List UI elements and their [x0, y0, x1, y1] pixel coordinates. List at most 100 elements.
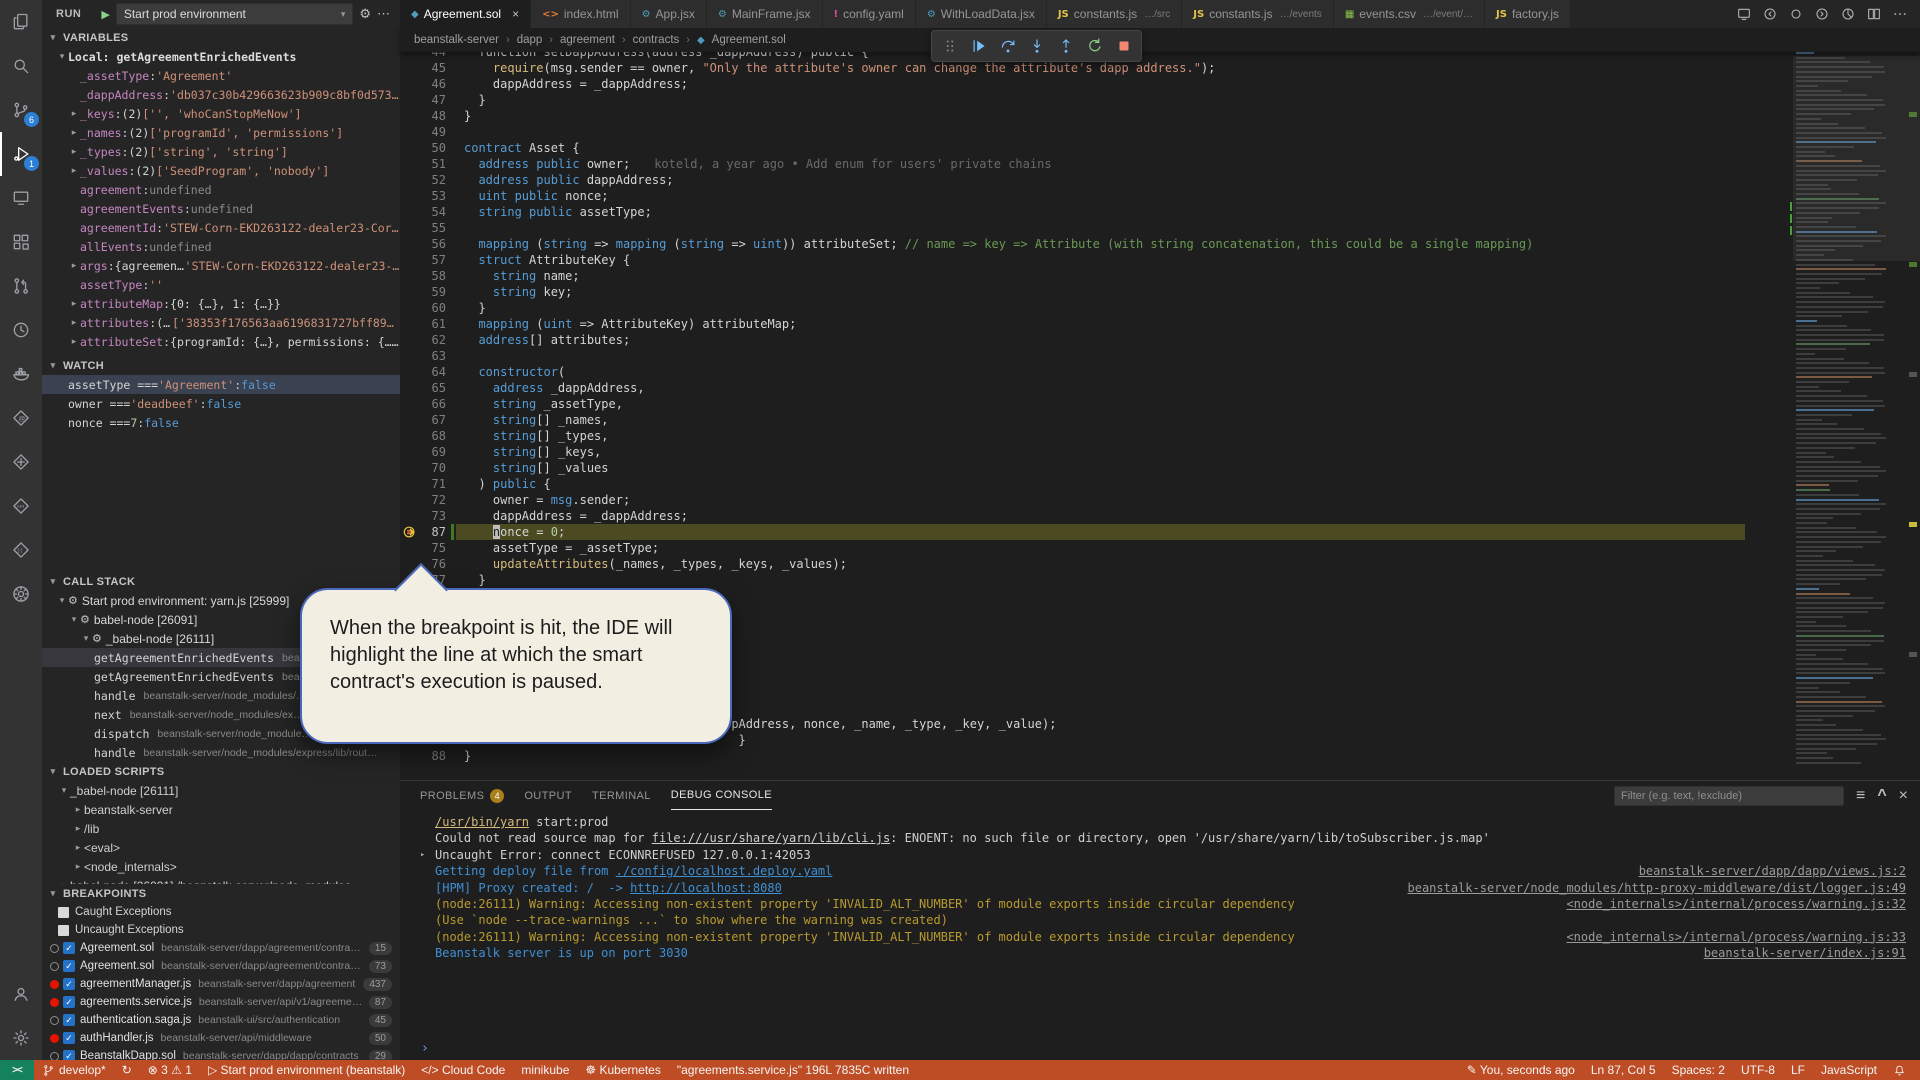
code-line[interactable]: 47 } — [400, 92, 1920, 108]
tab-events-csv[interactable]: ▦ events.csv …/event/… — [1333, 0, 1485, 28]
checkbox-checked[interactable]: ✓ — [63, 1032, 75, 1044]
search-button[interactable] — [0, 44, 42, 88]
source-control-button[interactable]: 6 — [0, 88, 42, 132]
variable-row[interactable]: ▸ _keys: (2) ['', 'whoCanStopMeNow'] — [42, 104, 400, 123]
cloud-api-button[interactable]: API — [0, 484, 42, 528]
tab-app-jsx[interactable]: ⚙ App.jsx — [630, 0, 707, 28]
profile-icon[interactable] — [1840, 6, 1856, 22]
variable-row[interactable]: ▸attributes: (2) ['38353f176563aa6196831… — [42, 313, 400, 332]
code-line[interactable]: 64 constructor( — [400, 364, 1920, 380]
variable-row[interactable]: assetType: '' — [42, 275, 400, 294]
checkbox-unchecked[interactable] — [58, 924, 69, 936]
code-line[interactable]: 56 mapping (string => mapping (string =>… — [400, 236, 1920, 252]
source-location-link[interactable]: beanstalk-server/index.js:91 — [1704, 945, 1910, 961]
breakpoint-item[interactable]: ✓ authHandler.js beanstalk-server/api/midd… — [42, 1029, 400, 1047]
code-line[interactable]: 69 string[] _keys, — [400, 444, 1920, 460]
code-line[interactable]: 45 require(msg.sender == owner, "Only th… — [400, 60, 1920, 76]
checkbox-checked[interactable]: ✓ — [63, 1050, 75, 1060]
code-line[interactable]: 71 ) public { — [400, 476, 1920, 492]
screencast-icon[interactable] — [1736, 6, 1752, 22]
checkbox-checked[interactable]: ✓ — [63, 960, 75, 972]
tab-index-html[interactable]: <> index.html — [531, 0, 631, 28]
status-language[interactable]: JavaScript — [1813, 1060, 1885, 1080]
variable-row[interactable]: ▸ attributeSet: {programId: {…}, permissi… — [42, 332, 400, 351]
code-line[interactable]: 72 owner = msg.sender; — [400, 492, 1920, 508]
breadcrumb-file[interactable]: Agreement.sol — [712, 34, 786, 46]
github-pull-requests-button[interactable] — [0, 264, 42, 308]
configure-gear-icon[interactable]: ⚙ — [359, 6, 371, 22]
account-button[interactable] — [0, 972, 42, 1016]
maximize-panel-icon[interactable]: ^ — [1877, 787, 1886, 805]
code-line[interactable]: 51 address public owner; koteld, a year a… — [400, 156, 1920, 172]
explorer-button[interactable] — [0, 0, 42, 44]
panel-tab-problems[interactable]: PROBLEMS 4 — [420, 781, 505, 810]
more-actions-icon[interactable]: ⋯ — [377, 6, 390, 22]
status-cloud-code[interactable]: </> Cloud Code — [413, 1060, 513, 1080]
status-kubernetes[interactable]: ☸ Kubernetes — [577, 1060, 668, 1080]
start-debug-icon[interactable]: ▶ — [101, 8, 109, 21]
code-line[interactable]: 73 dappAddress = _dappAddress; — [400, 508, 1920, 524]
code-line[interactable]: 87 nonce = 0; You, seconds ago • Uncommit… — [400, 524, 1920, 540]
code-line[interactable]: 48} — [400, 108, 1920, 124]
cloud-brackets-button[interactable]: [-] — [0, 528, 42, 572]
checkbox-checked[interactable]: ✓ — [63, 978, 75, 990]
section-header[interactable]: ▾ VARIABLES — [42, 28, 400, 47]
code-line[interactable]: 66 string _assetType, — [400, 396, 1920, 412]
tab-mainframe-jsx[interactable]: ⚙ MainFrame.jsx — [706, 0, 823, 28]
code-line[interactable]: 53 uint public nonce; — [400, 188, 1920, 204]
checkbox-unchecked[interactable] — [58, 906, 69, 918]
variable-row[interactable]: ▸args: {agreementId: 'STEW-Corn-EKD26312… — [42, 256, 400, 275]
code-line[interactable]: 59 string key; — [400, 284, 1920, 300]
cloud-at-button[interactable]: @ — [0, 396, 42, 440]
variable-row[interactable]: agreement: undefined — [42, 180, 400, 199]
breadcrumb-item[interactable]: dapp — [517, 34, 543, 46]
source-location-link[interactable]: beanstalk-server/dapp/dapp/views.js:2 — [1639, 863, 1910, 879]
panel-tab-output[interactable]: OUTPUT — [524, 781, 572, 810]
console-settings-icon[interactable]: ≡ — [1856, 787, 1865, 805]
code-line[interactable]: 55 — [400, 220, 1920, 236]
code-line[interactable]: 46 dappAddress = _dappAddress; — [400, 76, 1920, 92]
kubernetes-button[interactable] — [0, 572, 42, 616]
launch-config-dropdown[interactable]: Start prod environment ▾ — [115, 3, 354, 25]
close-panel-icon[interactable]: × — [1899, 787, 1908, 805]
call-stack-frame[interactable]: handle beanstalk-server/node_modules/expr… — [42, 743, 400, 762]
code-line[interactable]: 58 string name; — [400, 268, 1920, 284]
source-location-link[interactable]: <node_internals>/internal/process/warnin… — [1566, 896, 1910, 912]
step-over-button[interactable] — [995, 33, 1020, 59]
checkbox-checked[interactable]: ✓ — [63, 942, 75, 954]
code-line[interactable]: 75 assetType = _assetType; — [400, 540, 1920, 556]
tab-constants-js[interactable]: JS constants.js …/src — [1046, 0, 1183, 28]
console-link[interactable]: file:///usr/share/yarn/lib/cli.js — [652, 830, 890, 846]
code-line[interactable]: 54 string public assetType; — [400, 204, 1920, 220]
settings-gear-button[interactable] — [0, 1016, 42, 1060]
breakpoint-item[interactable]: ✓ agreements.service.js beanstalk-server/a… — [42, 993, 400, 1011]
docker-button[interactable] — [0, 352, 42, 396]
record-icon[interactable] — [1788, 6, 1804, 22]
checkbox-checked[interactable]: ✓ — [63, 996, 75, 1008]
loaded-script-item[interactable]: ▸ <node_internals> — [42, 857, 400, 876]
variable-row[interactable]: _dappAddress: 'db037c30b429663623b909c8b… — [42, 85, 400, 104]
nav-back-icon[interactable] — [1762, 6, 1778, 22]
variable-row[interactable]: ▸ _types: (2) ['string', 'string'] — [42, 142, 400, 161]
breadcrumb[interactable]: beanstalk-server › dapp › agreement › contract… — [400, 28, 1920, 52]
watch-row[interactable]: nonce === 7: false — [42, 413, 400, 432]
console-prompt[interactable]: › — [421, 1041, 429, 1056]
tab-factory-js[interactable]: JS factory.js — [1485, 0, 1572, 28]
breakpoint-item[interactable]: ✓ authentication.saga.js beanstalk-ui/src/… — [42, 1011, 400, 1029]
code-line[interactable]: 50 contract Asset { — [400, 140, 1920, 156]
console-link[interactable]: /usr/bin/yarn — [435, 814, 529, 830]
watch-row[interactable]: assetType === 'Agreement': false — [42, 375, 400, 394]
code-line[interactable]: 70 string[] _values — [400, 460, 1920, 476]
console-link[interactable]: ./config/localhost.deploy.yaml — [616, 863, 833, 879]
panel-tab-debug-console[interactable]: DEBUG CONSOLE — [670, 781, 772, 810]
chevron-right-icon[interactable]: ▸ — [420, 847, 425, 863]
console-filter-input[interactable] — [1613, 785, 1844, 806]
loaded-script-item[interactable]: ▸babel-node [26091] /beanstalk-server/no… — [42, 876, 400, 885]
variable-row[interactable]: _assetType: 'Agreement' — [42, 66, 400, 85]
breakpoint-item[interactable]: ✓ agreementManager.js beanstalk-server/dap… — [42, 975, 400, 993]
breadcrumb-item[interactable]: agreement — [560, 34, 615, 46]
code-line[interactable]: 49 — [400, 124, 1920, 140]
code-line[interactable]: 88} — [400, 748, 1920, 764]
status-blame[interactable]: ✎ You, seconds ago — [1459, 1060, 1583, 1080]
tab-config-yaml[interactable]: ! config.yaml — [822, 0, 916, 28]
